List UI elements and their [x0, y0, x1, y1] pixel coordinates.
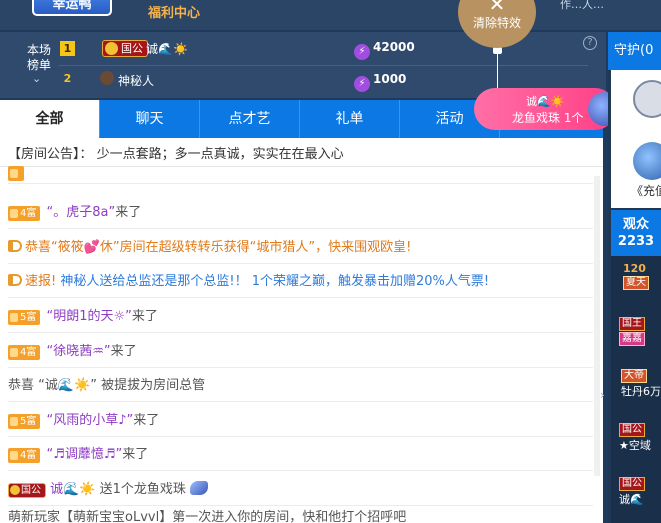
- rank-board-title: 本场榜单: [26, 43, 51, 72]
- message-text: 恭喜 “诚🌊☀️” 被提拔为房间总管: [8, 378, 206, 393]
- guard-area: 《充值: [611, 70, 661, 208]
- avatar[interactable]: [633, 142, 661, 180]
- megaphone-icon: [8, 240, 22, 252]
- rank-score: ⚡ 42000: [354, 40, 415, 60]
- scrollbar[interactable]: [594, 176, 600, 476]
- rank-user-name: 神秘人: [118, 74, 155, 88]
- list-item[interactable]: 国王 嘉嘉: [619, 316, 661, 346]
- message-text: 来了: [133, 413, 160, 428]
- user-name-link[interactable]: “。虎子8a”: [47, 205, 116, 220]
- gift-sender-name: 诚🌊☀️: [526, 95, 565, 108]
- message-text: 来了: [131, 309, 158, 324]
- message-text: 来了: [115, 205, 142, 220]
- message-text: 恭喜“筱筱💕休”房间在超级转转乐获得“城市猎人”，快来围观欧皇!: [25, 240, 412, 255]
- top-strip: 幸运鸭 福利中心 作…人…: [0, 0, 661, 30]
- list-item[interactable]: 大帝 牡丹6万: [621, 368, 661, 399]
- rank-number: 1: [60, 41, 75, 56]
- welfare-center-link[interactable]: 福利中心: [148, 2, 200, 21]
- nobility-badge: 国公: [8, 483, 46, 498]
- rank-row-2[interactable]: 2 神秘人 ⚡ 1000: [58, 65, 588, 92]
- nobility-badge: 国公: [102, 40, 148, 57]
- room-notice: 【房间公告】： 少一点套路；多一点真诚，实实在在最入心: [8, 147, 344, 162]
- user-name-link[interactable]: “♬调蘼憶♬”: [47, 447, 123, 462]
- rank-user-name: 诚🌊☀️: [146, 42, 188, 56]
- tab-all[interactable]: 全部: [0, 100, 100, 138]
- speed-report-label: 速报!: [25, 274, 57, 289]
- tab-chat[interactable]: 聊天: [100, 100, 200, 138]
- tab-gifts[interactable]: 礼单: [300, 100, 400, 138]
- audience-list: 120 夏天 国王 嘉嘉 大帝 牡丹6万 国公 ★空域 国公 诚🌊: [611, 256, 661, 523]
- megaphone-icon: [8, 274, 22, 286]
- list-item: 国公 诚🌊☀️ 送1个龙鱼戏珠: [8, 473, 593, 506]
- message-text: 萌新玩家【萌新宝宝oLvvl】第一次进入你的房间，快和他打个招呼吧: [8, 510, 407, 523]
- audience-header[interactable]: 观众 2233: [611, 210, 661, 256]
- wealth-level-badge: 4富: [8, 206, 41, 221]
- list-item[interactable]: 国公 诚🌊: [619, 476, 661, 507]
- chat-panel: 全部 聊天 点才艺 礼单 活动 【房间公告】： 少一点套路；多一点真诚，实实在在…: [0, 100, 603, 523]
- message-text: 来了: [110, 344, 137, 359]
- message-text: 送1个龙鱼戏珠: [99, 482, 186, 497]
- wealth-level-badge: 4富: [8, 448, 41, 463]
- effects-wire: [497, 48, 498, 92]
- list-item: 速报! 神秘人送给总监还是那个总监!！ 1个荣耀之巅，触发暴击加赠20%人气票!: [8, 265, 593, 298]
- list-item: [8, 166, 593, 184]
- clear-effects-label: 清除特效: [472, 16, 521, 30]
- list-item: 4富 “。虎子8a”来了: [8, 196, 593, 229]
- gift-notification-pill[interactable]: 诚🌊☀️ 龙鱼戏珠 1个: [474, 88, 622, 130]
- avatar: [100, 71, 114, 85]
- list-item: 萌新玩家【萌新宝宝oLvvl】第一次进入你的房间，快和他打个招呼吧: [8, 508, 593, 523]
- user-name-link[interactable]: “风雨的小草♪”: [47, 413, 134, 428]
- message-text: 来了: [122, 447, 149, 462]
- list-item: 5富 “风雨的小草♪”来了: [8, 404, 593, 437]
- rank-score: ⚡ 1000: [354, 72, 406, 92]
- help-icon[interactable]: ?: [583, 36, 597, 50]
- recharge-link[interactable]: 《充值: [631, 182, 661, 199]
- tab-talent[interactable]: 点才艺: [200, 100, 300, 138]
- user-name-link[interactable]: 诚🌊☀️: [50, 482, 95, 497]
- effects-knot: [493, 47, 502, 54]
- wealth-level-badge: 5富: [8, 310, 41, 325]
- wealth-level-badge: 4富: [8, 345, 41, 360]
- list-item: 恭喜“筱筱💕休”房间在超级转转乐获得“城市猎人”，快来围观欧皇!: [8, 231, 593, 264]
- rank-number: 2: [63, 72, 72, 85]
- user-name-link[interactable]: “徐晓茜♒”: [47, 344, 111, 359]
- avatar[interactable]: [633, 80, 661, 118]
- energy-bolt-icon: ⚡: [354, 76, 370, 92]
- guard-header[interactable]: 守护(0: [608, 32, 661, 70]
- close-icon: ✕: [488, 0, 506, 16]
- gift-description: 龙鱼戏珠 1个: [512, 111, 584, 125]
- right-sidebar: 守护(0 《充值 观众 2233 120 夏天 国王 嘉嘉 大帝 牡丹6万 国公…: [608, 32, 661, 523]
- list-item: 5富 “明朗1的天☼”来了: [8, 300, 593, 333]
- list-item[interactable]: 120 夏天: [623, 262, 661, 290]
- chevron-down-icon[interactable]: ⌄: [32, 72, 41, 85]
- list-item: 4富 “徐晓茜♒”来了: [8, 335, 593, 368]
- lucky-duck-button[interactable]: 幸运鸭: [32, 0, 112, 16]
- list-item[interactable]: 国公 ★空域: [619, 422, 661, 453]
- audience-count: 2233: [617, 234, 655, 249]
- list-item: 4富 “♬调蘼憶♬”来了: [8, 438, 593, 471]
- message-text: 神秘人送给总监还是那个总监!！ 1个荣耀之巅，触发暴击加赠20%人气票!: [60, 274, 490, 289]
- audience-label: 观众: [622, 217, 649, 232]
- top-right-text: 作…人…: [560, 0, 604, 11]
- wealth-level-badge: [8, 166, 24, 181]
- list-item: 恭喜 “诚🌊☀️” 被提拔为房间总管: [8, 369, 593, 402]
- user-name-link[interactable]: “明朗1的天☼”: [47, 309, 132, 324]
- wealth-level-badge: 5富: [8, 414, 41, 429]
- energy-bolt-icon: ⚡: [354, 44, 370, 60]
- dragon-fish-gift-icon: [189, 481, 208, 495]
